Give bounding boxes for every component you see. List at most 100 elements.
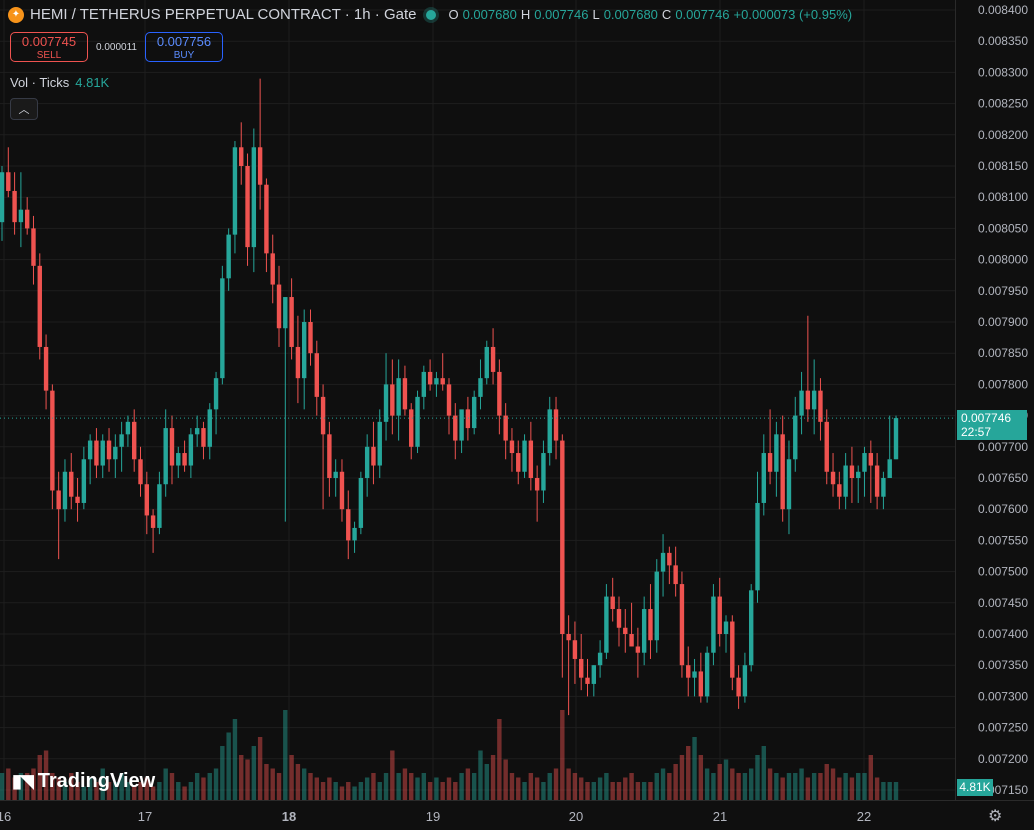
volume-bar — [761, 746, 766, 800]
candle-body — [736, 677, 741, 697]
chart-canvas[interactable]: 0.008400 0.008350 0.008300 0.008250 0.008200… — [0, 0, 1034, 830]
volume-bar — [459, 773, 464, 800]
candle-body — [409, 409, 414, 447]
candle-body — [793, 415, 798, 460]
volume-bar — [591, 782, 597, 800]
candle-body — [837, 484, 842, 497]
volume-bar — [805, 777, 811, 800]
price-tick-label: 0.007800 — [978, 377, 1028, 391]
candle-body — [830, 471, 836, 485]
volume-bar — [698, 755, 704, 800]
candle-body — [364, 446, 370, 478]
candle-body — [257, 147, 263, 185]
price-tick-label: 0.008300 — [978, 65, 1028, 79]
candle-body — [843, 465, 848, 497]
open-label: O — [448, 7, 459, 22]
brand-text: TradingView — [37, 770, 156, 792]
candle-body — [490, 346, 496, 372]
volume-bar — [446, 777, 452, 800]
candle-body — [862, 453, 867, 472]
candle-body — [333, 471, 338, 478]
volume-bar — [320, 782, 326, 800]
volume-legend[interactable]: Vol · Ticks 4.81K — [10, 75, 109, 90]
volume-bar — [843, 773, 848, 800]
candle-body — [591, 665, 597, 684]
time-axis[interactable]: 16 17 18 19 20 21 22 — [0, 800, 1034, 825]
volume-bar — [427, 782, 433, 800]
candle-body — [799, 390, 804, 416]
collapse-legend-button[interactable]: ︿ — [10, 98, 38, 120]
price-tick-label: 0.007300 — [978, 689, 1028, 703]
volume-bar — [257, 737, 263, 800]
chevron-up-icon: ︿ — [18, 104, 30, 116]
candle-body — [377, 421, 382, 466]
candle-body — [251, 147, 257, 248]
candle-body — [12, 190, 17, 223]
candle-body — [478, 378, 483, 397]
volume-bar — [339, 786, 345, 800]
volume-bar — [862, 773, 867, 800]
candle-body — [641, 609, 647, 653]
candle-body — [780, 434, 785, 510]
price-tick-label: 0.007600 — [978, 502, 1028, 516]
candle-body — [125, 421, 131, 435]
volume-bar — [207, 773, 212, 800]
volume-bar — [893, 782, 899, 800]
volume-bar — [534, 777, 540, 800]
candle-body — [849, 465, 855, 478]
candle-body — [144, 484, 150, 516]
candle-body — [755, 502, 760, 591]
candle-body — [698, 671, 704, 697]
volume-label: Vol · Ticks — [10, 75, 70, 90]
symbol-title[interactable]: HEMI / TETHERUS PERPETUAL CONTRACT · 1h … — [30, 6, 416, 23]
candle-body — [610, 596, 615, 610]
volume-bar — [755, 755, 760, 800]
candle-body — [402, 378, 408, 410]
volume-bar — [604, 773, 609, 800]
volume-bar — [704, 768, 710, 800]
candle-body — [572, 640, 578, 659]
volume-bar — [390, 750, 395, 800]
candle-body — [176, 453, 181, 466]
candle-body — [69, 471, 74, 497]
candle-body — [704, 652, 710, 697]
candle-body — [673, 565, 678, 585]
price-tick-label: 0.008400 — [978, 3, 1028, 17]
price-tick-label: 0.008200 — [978, 128, 1028, 142]
volume-bar — [799, 768, 804, 800]
volume-bar — [692, 737, 697, 800]
volume-bar — [220, 746, 225, 800]
volume-bar — [289, 755, 294, 800]
buy-button[interactable]: 0.007756 BUY — [144, 32, 223, 62]
candle-body — [308, 322, 313, 354]
price-tick-label: 0.007500 — [978, 565, 1028, 579]
candle-body — [541, 453, 546, 491]
candle-body — [6, 172, 11, 191]
volume-bar — [793, 773, 798, 800]
candle-body — [264, 184, 269, 254]
trade-panel: 0.007745 SELL 0.000011 0.007756 BUY — [10, 32, 223, 62]
chart-settings-icon[interactable]: ⚙ — [988, 806, 1002, 826]
volume-bar — [837, 777, 842, 800]
candle-body — [390, 384, 395, 416]
volume-bar — [641, 782, 647, 800]
candle-body — [566, 634, 571, 641]
volume-bar — [327, 777, 332, 800]
sell-button[interactable]: 0.007745 SELL — [10, 32, 88, 62]
volume-bar — [434, 777, 439, 800]
price-tick-label: 0.007400 — [978, 627, 1028, 641]
volume-bar — [383, 773, 389, 800]
sell-label: SELL — [36, 50, 62, 61]
time-tick-label: 21 — [713, 809, 727, 824]
candle-body — [314, 353, 319, 397]
candle-body — [421, 371, 427, 397]
candle-body — [585, 677, 590, 684]
candle-body — [774, 434, 779, 472]
candle-body — [346, 509, 351, 541]
price-tick-label: 0.008100 — [978, 190, 1028, 204]
high-value: 0.007746 — [534, 7, 589, 22]
candle-body — [119, 434, 124, 447]
candle-body — [396, 378, 401, 416]
volume-bar — [251, 746, 257, 800]
chart-header: ✦ HEMI / TETHERUS PERPETUAL CONTRACT · 1… — [8, 6, 852, 23]
